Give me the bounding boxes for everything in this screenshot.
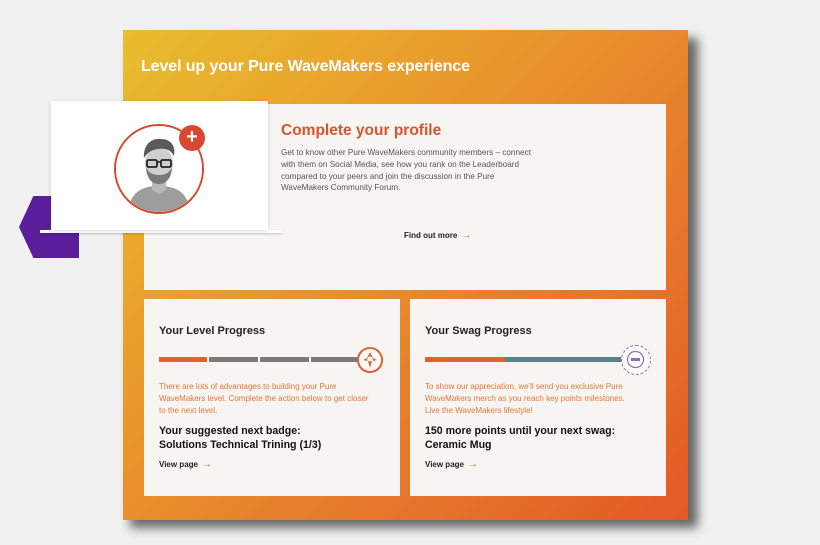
level-progress-segment	[311, 357, 359, 362]
arrow-right-icon: →	[467, 459, 478, 470]
level-view-page-label: View page	[159, 460, 198, 469]
level-progress-title: Your Level Progress	[159, 325, 266, 337]
panel-title: Level up your Pure WaveMakers experience	[141, 58, 470, 75]
swag-badge-icon	[621, 345, 651, 375]
level-progress-segment	[260, 357, 309, 362]
level-badge-icon	[357, 347, 383, 373]
add-profile-icon[interactable]: +	[179, 125, 205, 151]
swag-progress-description: To show our appreciation, we'll send you…	[425, 382, 625, 415]
level-progress-segment	[209, 357, 258, 362]
suggested-badge-name: Solutions Technical Trining (1/3)	[159, 439, 322, 451]
swag-view-page-label: View page	[425, 460, 464, 469]
next-swag-item: Ceramic Mug	[425, 439, 492, 451]
level-progress-segment-filled	[159, 357, 207, 362]
find-out-more-label: Find out more	[404, 231, 458, 240]
swag-view-page-link[interactable]: View page →	[425, 459, 478, 470]
swag-progress-fill	[425, 357, 505, 362]
swag-progress-remaining	[505, 357, 625, 362]
level-progress-description: There are lots of advantages to building…	[159, 382, 369, 415]
level-view-page-link[interactable]: View page →	[159, 459, 212, 470]
suggested-badge-label: Your suggested next badge:	[159, 425, 301, 437]
points-until-swag-label: 150 more points until your next swag:	[425, 425, 616, 437]
arrow-right-icon: →	[201, 459, 212, 470]
swag-progress-title: Your Swag Progress	[425, 325, 532, 337]
find-out-more-link[interactable]: Find out more →	[404, 230, 471, 241]
profile-card-title: Complete your profile	[281, 122, 442, 139]
arrow-right-icon: →	[461, 230, 472, 241]
profile-card-description: Get to know other Pure WaveMakers commun…	[281, 148, 531, 193]
mockup-base-line	[40, 230, 282, 233]
